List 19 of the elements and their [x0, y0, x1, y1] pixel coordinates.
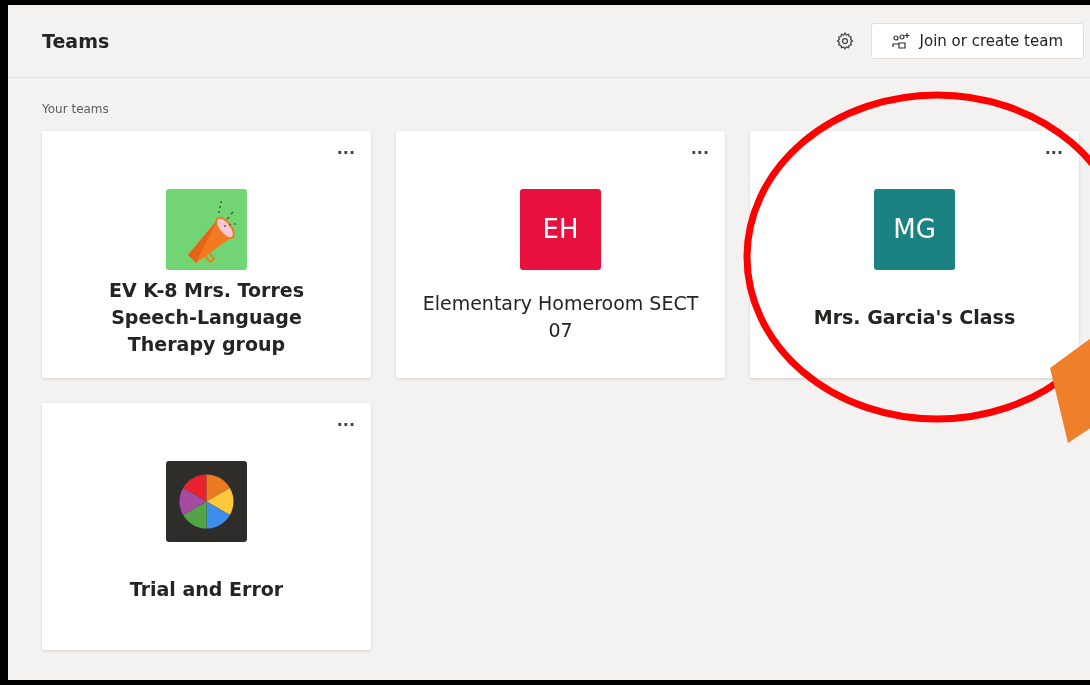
more-options-button[interactable]: ··· [690, 145, 709, 161]
page-title: Teams [42, 28, 110, 54]
section-label: Your teams [42, 101, 110, 118]
team-name: Trial and Error [129, 576, 284, 602]
more-options-button[interactable]: ··· [1044, 145, 1063, 161]
join-or-create-team-button[interactable]: Join or create team [870, 23, 1084, 59]
team-card[interactable]: ··· MG Mrs. Garcia's Class [750, 131, 1079, 378]
more-options-button[interactable]: ··· [336, 417, 355, 433]
team-card[interactable]: ··· Trial and Error [42, 403, 371, 650]
team-card[interactable]: ··· EV K-8 Mrs. Torres Speech-Language Therapy group [42, 131, 371, 378]
team-avatar: EH [520, 189, 601, 270]
team-name: EV K-8 Mrs. Torres Speech-Language Therapy group [108, 277, 305, 357]
more-options-button[interactable]: ··· [336, 145, 355, 161]
team-card[interactable]: ··· EH Elementary Homeroom SECT 07 [396, 131, 725, 378]
people-add-icon [891, 32, 912, 50]
settings-icon[interactable] [834, 31, 855, 51]
team-avatar: MG [874, 189, 955, 270]
team-name: Elementary Homeroom SECT 07 [421, 291, 700, 343]
team-name: Mrs. Garcia's Class [813, 304, 1016, 330]
